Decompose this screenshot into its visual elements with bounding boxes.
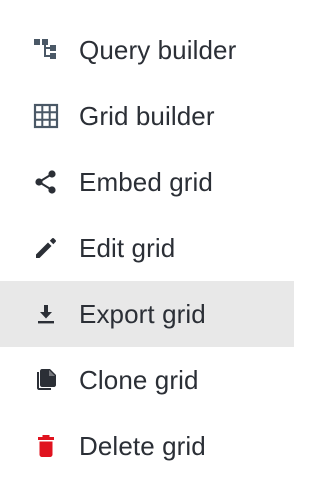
share-icon: [33, 169, 59, 195]
menu-item-grid-builder[interactable]: Grid builder: [0, 83, 294, 149]
menu-item-label: Grid builder: [79, 100, 215, 131]
copy-icon: [33, 367, 59, 393]
actions-menu: Query builder Grid builder Embed grid Ed…: [0, 0, 294, 494]
menu-item-edit-grid[interactable]: Edit grid: [0, 215, 294, 281]
query-builder-icon: [33, 37, 59, 63]
grid-icon: [33, 103, 59, 129]
menu-item-query-builder[interactable]: Query builder: [0, 17, 294, 83]
menu-item-label: Clone grid: [79, 364, 199, 395]
menu-item-label: Embed grid: [79, 166, 213, 197]
menu-item-label: Export grid: [79, 298, 206, 329]
menu-item-label: Delete grid: [79, 430, 206, 461]
menu-item-embed-grid[interactable]: Embed grid: [0, 149, 294, 215]
menu-item-label: Edit grid: [79, 232, 176, 263]
menu-item-export-grid[interactable]: Export grid: [0, 281, 294, 347]
menu-item-clone-grid[interactable]: Clone grid: [0, 347, 294, 413]
trash-icon: [33, 433, 59, 459]
download-icon: [33, 301, 59, 327]
menu-item-delete-grid[interactable]: Delete grid: [0, 413, 294, 479]
pencil-icon: [33, 235, 59, 261]
menu-item-label: Query builder: [79, 34, 237, 65]
